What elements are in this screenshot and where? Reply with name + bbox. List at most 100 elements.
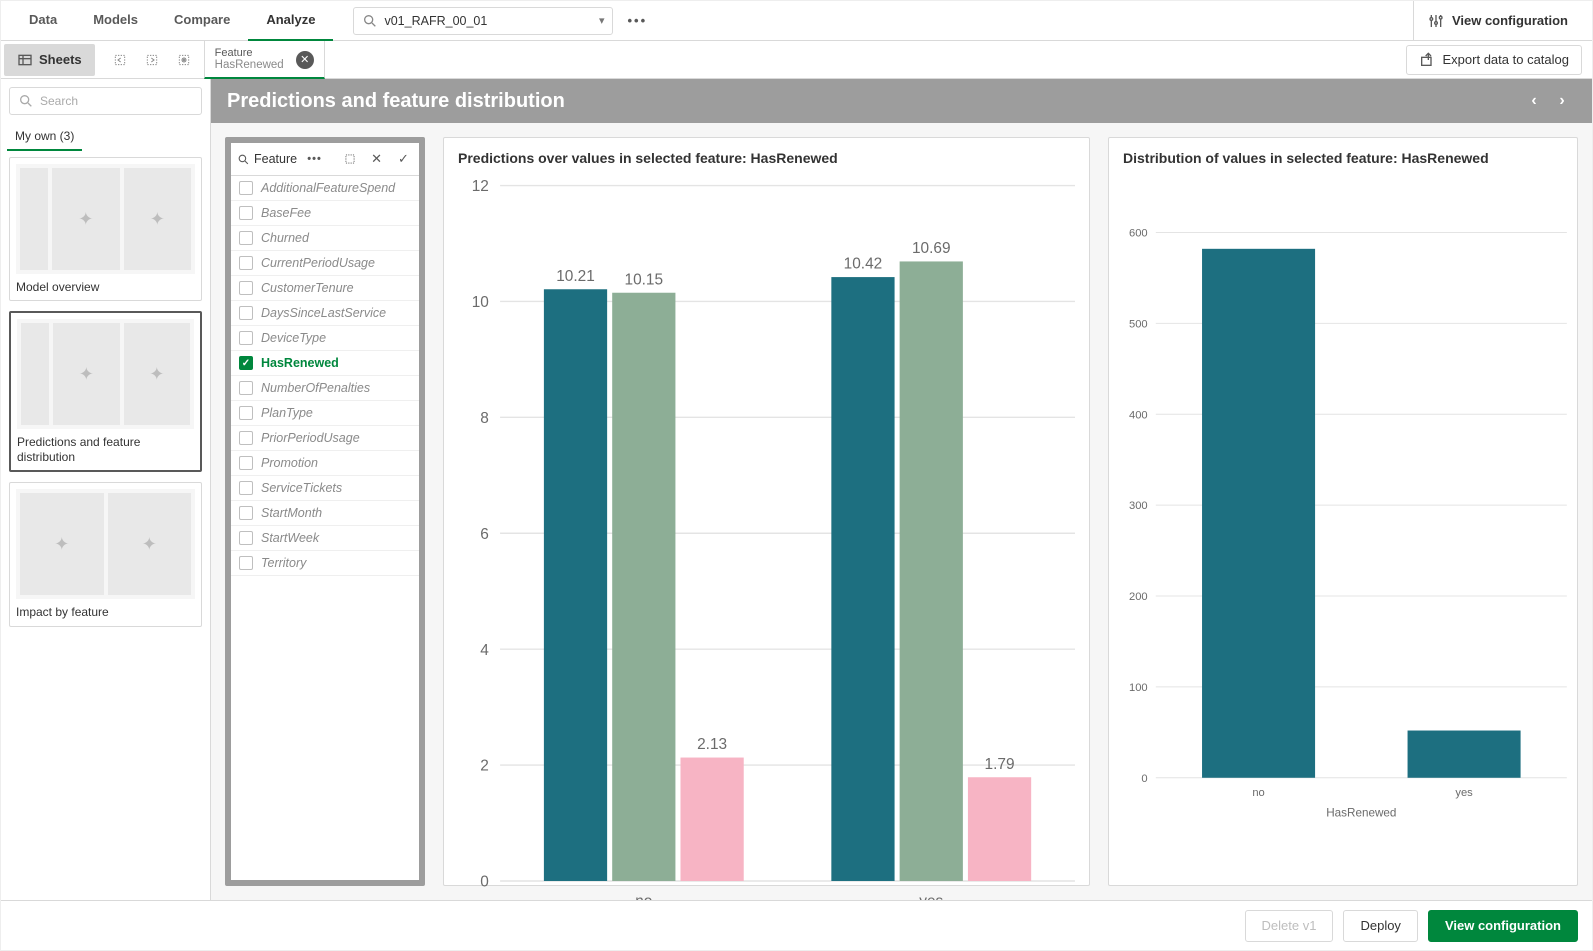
selection-chip-label: Feature	[215, 47, 284, 59]
bar[interactable]	[680, 758, 743, 881]
feature-list-item-label: Territory	[261, 556, 306, 570]
feature-list-item[interactable]: NumberOfPenalties	[231, 376, 419, 401]
sliders-icon	[1428, 13, 1444, 29]
feature-list-item[interactable]: CustomerTenure	[231, 276, 419, 301]
feature-list-item[interactable]: Promotion	[231, 451, 419, 476]
feature-list-item-label: Promotion	[261, 456, 318, 470]
nav-tab-data[interactable]: Data	[11, 1, 75, 41]
feature-panel-more-button[interactable]: •••	[305, 149, 324, 169]
feature-list-item[interactable]: DeviceType	[231, 326, 419, 351]
feature-list-item[interactable]: PlanType	[231, 401, 419, 426]
checkbox-icon	[239, 406, 253, 420]
search-icon	[362, 13, 378, 29]
distribution-chart-title: Distribution of values in selected featu…	[1109, 138, 1577, 170]
bar[interactable]	[1408, 731, 1521, 778]
feature-panel-confirm-button[interactable]: ✓	[394, 149, 413, 169]
clear-selection-button[interactable]	[170, 46, 198, 74]
bar[interactable]	[544, 289, 607, 881]
feature-list-item-label: Churned	[261, 231, 309, 245]
svg-text:0: 0	[1141, 773, 1147, 785]
feature-list-item-label: AdditionalFeatureSpend	[261, 181, 395, 195]
more-menu-button[interactable]: •••	[627, 13, 647, 28]
svg-text:10: 10	[472, 294, 489, 311]
checkbox-icon	[239, 381, 253, 395]
feature-list-item[interactable]: AdditionalFeatureSpend	[231, 176, 419, 201]
svg-text:10.15: 10.15	[625, 271, 664, 288]
view-configuration-button-footer[interactable]: View configuration	[1428, 910, 1578, 942]
checkbox-icon	[239, 556, 253, 570]
sheet-search-input[interactable]: Search	[9, 87, 202, 115]
feature-list-item[interactable]: Territory	[231, 551, 419, 576]
sheet-card[interactable]: ✦✦Impact by feature	[9, 482, 202, 626]
nav-tab-analyze[interactable]: Analyze	[248, 1, 333, 41]
feature-list-item[interactable]: BaseFee	[231, 201, 419, 226]
model-selector[interactable]: v01_RAFR_00_01 ▾	[353, 7, 613, 35]
sheets-button[interactable]: Sheets	[4, 44, 95, 76]
nav-tab-models[interactable]: Models	[75, 1, 156, 41]
deploy-button[interactable]: Deploy	[1343, 910, 1417, 942]
svg-text:400: 400	[1129, 409, 1148, 421]
puzzle-icon: ✦	[149, 364, 164, 385]
svg-text:HasRenewed: HasRenewed	[1326, 806, 1396, 819]
bar[interactable]	[612, 293, 675, 881]
feature-list-item[interactable]: CurrentPeriodUsage	[231, 251, 419, 276]
svg-text:8: 8	[480, 410, 489, 427]
bar[interactable]	[900, 261, 963, 881]
feature-list-item-label: HasRenewed	[261, 356, 339, 370]
sidebar-tab-myown[interactable]: My own (3)	[7, 123, 82, 151]
feature-list-item[interactable]: StartWeek	[231, 526, 419, 551]
checkbox-icon: ✓	[239, 356, 253, 370]
distribution-chart-card: Distribution of values in selected featu…	[1108, 137, 1578, 886]
checkbox-icon	[239, 456, 253, 470]
nav-tab-compare[interactable]: Compare	[156, 1, 248, 41]
svg-text:no: no	[635, 893, 652, 900]
predictions-chart-card: Predictions over values in selected feat…	[443, 137, 1090, 886]
sheet-title: Predictions and feature distribution	[227, 90, 565, 113]
feature-list-item-label: PriorPeriodUsage	[261, 431, 360, 445]
svg-text:10.21: 10.21	[556, 268, 595, 285]
selection-forward-button[interactable]	[138, 46, 166, 74]
bar[interactable]	[831, 277, 894, 881]
checkbox-icon	[239, 331, 253, 345]
bar[interactable]	[968, 777, 1031, 881]
next-sheet-button[interactable]: ›	[1548, 87, 1576, 115]
search-placeholder: Search	[40, 94, 78, 108]
selection-chip-feature[interactable]: Feature HasRenewed ✕	[204, 41, 325, 79]
feature-panel-cancel-button[interactable]: ✕	[367, 149, 386, 169]
selection-chip-clear-button[interactable]: ✕	[296, 51, 314, 69]
sheet-card[interactable]: ✦✦Model overview	[9, 157, 202, 301]
svg-text:yes: yes	[1455, 787, 1473, 799]
feature-list-item[interactable]: StartMonth	[231, 501, 419, 526]
chevron-down-icon: ▾	[599, 14, 605, 27]
feature-panel-lasso-button[interactable]	[340, 149, 359, 169]
puzzle-icon: ✦	[150, 209, 165, 230]
sheet-card[interactable]: ✦✦Predictions and feature distribution	[9, 311, 202, 472]
feature-list-item-label: ServiceTickets	[261, 481, 342, 495]
feature-list-item-label: BaseFee	[261, 206, 311, 220]
sheet-sidebar: Search My own (3) ✦✦Model overview✦✦Pred…	[1, 79, 211, 900]
feature-list-item[interactable]: ServiceTickets	[231, 476, 419, 501]
feature-list-item[interactable]: ✓ HasRenewed	[231, 351, 419, 376]
prev-sheet-button[interactable]: ‹	[1520, 87, 1548, 115]
svg-text:100: 100	[1129, 682, 1148, 694]
view-configuration-button-top[interactable]: View configuration	[1413, 1, 1582, 41]
checkbox-icon	[239, 306, 253, 320]
puzzle-icon: ✦	[54, 534, 69, 555]
feature-list-item[interactable]: PriorPeriodUsage	[231, 426, 419, 451]
predictions-bar-chart[interactable]: 02468101210.2110.152.13no10.4210.691.79y…	[444, 170, 1089, 900]
feature-list-item-label: StartMonth	[261, 506, 322, 520]
svg-text:yes: yes	[919, 893, 943, 900]
selection-back-button[interactable]	[106, 46, 134, 74]
checkbox-icon	[239, 231, 253, 245]
feature-list-item[interactable]: DaysSinceLastService	[231, 301, 419, 326]
bar[interactable]	[1202, 249, 1315, 778]
feature-list-item-label: PlanType	[261, 406, 313, 420]
feature-list-item-label: DeviceType	[261, 331, 326, 345]
sheet-title-bar: Predictions and feature distribution ‹ ›	[211, 79, 1592, 123]
feature-panel-title: Feature	[254, 152, 297, 166]
feature-list-item-label: CustomerTenure	[261, 281, 354, 295]
distribution-bar-chart[interactable]: 0100200300400500600noyesHasRenewed	[1109, 170, 1577, 885]
svg-text:no: no	[1252, 787, 1264, 799]
feature-list-item[interactable]: Churned	[231, 226, 419, 251]
export-data-button[interactable]: Export data to catalog	[1406, 45, 1582, 75]
